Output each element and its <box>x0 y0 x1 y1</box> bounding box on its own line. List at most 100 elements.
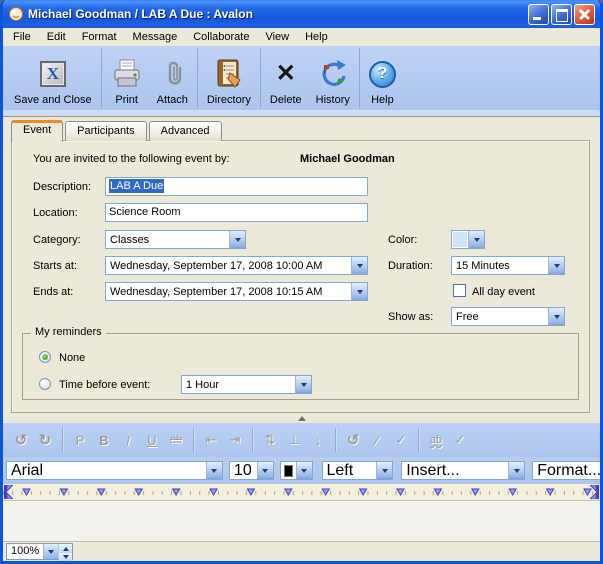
italic-icon[interactable]: I <box>116 433 140 448</box>
strikethrough-icon[interactable]: ab <box>164 434 188 446</box>
ruler-left-margin-marker[interactable] <box>4 485 13 499</box>
delete-button[interactable]: ✕ Delete <box>263 46 309 110</box>
underline-icon[interactable]: U <box>140 433 164 448</box>
alignment-dropdown[interactable]: Left <box>322 461 394 480</box>
plain-style-icon[interactable]: P <box>68 433 92 448</box>
paragraph-spacing-icon[interactable]: ⇅ <box>258 432 282 448</box>
menu-view[interactable]: View <box>257 30 297 44</box>
menu-help[interactable]: Help <box>297 30 336 44</box>
revert-icon[interactable]: ↺ <box>341 431 365 449</box>
duration-dropdown[interactable]: 15 Minutes <box>451 256 565 275</box>
chevron-down-icon[interactable] <box>508 462 524 479</box>
chevron-down-icon[interactable] <box>229 231 245 248</box>
pen-icon[interactable]: ∕ <box>365 433 389 448</box>
chevron-down-icon[interactable] <box>376 462 392 479</box>
location-input[interactable]: Science Room <box>105 203 368 222</box>
spinner-up-icon[interactable] <box>59 544 72 553</box>
toolbar-separator <box>252 428 253 452</box>
menu-format[interactable]: Format <box>74 30 125 44</box>
chevron-down-icon[interactable] <box>548 257 564 274</box>
redo-icon[interactable]: ↻ <box>33 431 57 449</box>
description-input[interactable]: LAB A Due <box>105 177 368 196</box>
history-icon <box>317 58 349 90</box>
splitter-grip-icon <box>298 416 306 421</box>
chevron-down-icon[interactable] <box>468 231 484 248</box>
application-window: Michael Goodman / LAB A Due : Avalon Fil… <box>0 0 603 564</box>
history-button[interactable]: History <box>309 46 357 110</box>
invited-by-label: You are invited to the following event b… <box>33 153 230 165</box>
tab-participants[interactable]: Participants <box>65 121 146 141</box>
delete-icon: ✕ <box>276 61 296 87</box>
all-day-checkbox[interactable] <box>453 284 466 297</box>
zoom-control[interactable]: 100% <box>6 543 73 560</box>
font-color-dropdown[interactable] <box>280 461 313 480</box>
chevron-down-icon[interactable] <box>548 308 564 325</box>
format-dropdown[interactable]: Format... <box>532 461 600 480</box>
titlebar[interactable]: Michael Goodman / LAB A Due : Avalon <box>3 0 600 28</box>
main-toolbar: X Save and Close Print <box>3 46 600 110</box>
menu-message[interactable]: Message <box>125 30 186 44</box>
reminder-time-dropdown[interactable]: 1 Hour <box>181 375 312 394</box>
description-label: Description: <box>33 181 91 193</box>
maximize-button[interactable] <box>551 4 572 25</box>
chevron-down-icon[interactable] <box>257 462 273 479</box>
category-label: Category: <box>33 234 81 246</box>
menu-file[interactable]: File <box>5 30 39 44</box>
reminder-time-radio[interactable] <box>39 378 51 390</box>
indent-icon[interactable]: ⇥ <box>223 432 247 448</box>
show-as-dropdown[interactable]: Free <box>451 307 565 326</box>
zoom-spinner[interactable] <box>58 544 72 559</box>
close-button[interactable] <box>574 4 595 25</box>
help-icon: ? <box>369 61 396 88</box>
pane-splitter[interactable] <box>3 413 600 423</box>
reminder-none-radio[interactable] <box>39 351 51 363</box>
selected-text: LAB A Due <box>109 179 164 193</box>
attach-button[interactable]: Attach <box>150 46 195 110</box>
starts-at-dropdown[interactable]: Wednesday, September 17, 2008 10:00 AM <box>105 256 368 275</box>
message-body[interactable] <box>3 501 600 541</box>
my-reminders-group: My reminders None Time before event: 1 H… <box>22 333 579 400</box>
font-size-dropdown[interactable]: 10 <box>229 461 274 480</box>
toolbar-separator <box>193 428 194 452</box>
chevron-down-icon[interactable] <box>295 376 311 393</box>
tab-advanced[interactable]: Advanced <box>149 121 222 141</box>
toolbar-separator <box>62 428 63 452</box>
spinner-down-icon[interactable] <box>59 553 72 562</box>
category-dropdown[interactable]: Classes <box>105 230 246 249</box>
chevron-down-icon[interactable] <box>206 462 222 479</box>
undo-icon[interactable]: ↺ <box>9 431 33 449</box>
outdent-icon[interactable]: ⇤ <box>199 432 223 448</box>
spellcheck-icon[interactable]: ✓ <box>448 432 472 448</box>
font-family-dropdown[interactable]: Arial <box>6 461 223 480</box>
ruler[interactable] <box>3 484 600 501</box>
approve-icon[interactable]: ✓ <box>389 432 413 448</box>
tab-event[interactable]: Event <box>11 120 63 142</box>
bold-icon[interactable]: B <box>92 433 116 448</box>
baseline-icon[interactable]: ⊥ <box>282 432 306 448</box>
spelling-autocheck-icon[interactable]: ab <box>424 434 448 446</box>
insert-dropdown[interactable]: Insert... <box>401 461 525 480</box>
chevron-down-icon[interactable] <box>351 257 367 274</box>
save-and-close-button[interactable]: X Save and Close <box>7 46 99 110</box>
help-button[interactable]: ? Help <box>362 46 403 110</box>
toolbar-separator <box>335 428 336 452</box>
color-swatch <box>284 465 293 477</box>
chevron-down-icon[interactable] <box>43 544 58 559</box>
menu-collaborate[interactable]: Collaborate <box>185 30 257 44</box>
move-down-icon[interactable]: ↓ <box>306 433 330 448</box>
minimize-button[interactable] <box>528 4 549 25</box>
menu-edit[interactable]: Edit <box>39 30 74 44</box>
toolbar-separator <box>359 48 360 108</box>
ends-at-label: Ends at: <box>33 286 73 298</box>
print-button[interactable]: Print <box>104 46 150 110</box>
ends-at-dropdown[interactable]: Wednesday, September 17, 2008 10:15 AM <box>105 282 368 301</box>
chevron-down-icon[interactable] <box>351 283 367 300</box>
directory-button[interactable]: Directory <box>200 46 258 110</box>
color-dropdown[interactable] <box>451 230 485 249</box>
all-day-label: All day event <box>472 286 535 298</box>
ruler-right-margin-marker[interactable] <box>590 485 599 499</box>
location-label: Location: <box>33 207 78 219</box>
event-form: Event Participants Advanced You are invi… <box>3 117 600 423</box>
toolbar-separator <box>418 428 419 452</box>
chevron-down-icon[interactable] <box>296 462 312 479</box>
